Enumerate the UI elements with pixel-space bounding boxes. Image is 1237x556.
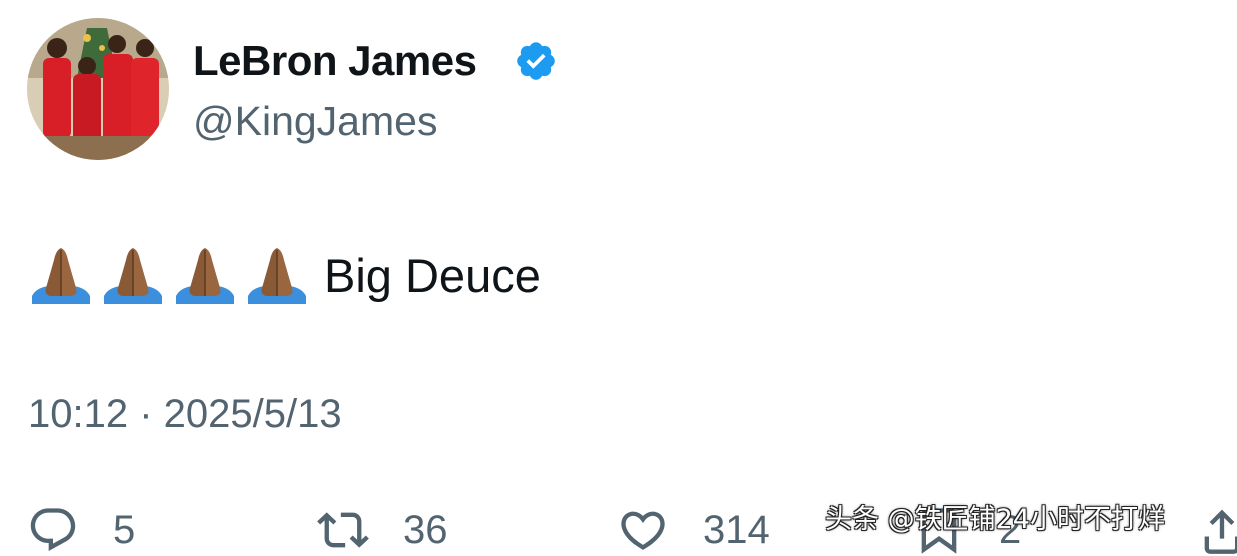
folded-hands-icon [32, 248, 90, 304]
share-icon[interactable] [1200, 504, 1237, 556]
reply-button[interactable]: 5 [27, 504, 135, 556]
like-button[interactable]: 314 [617, 504, 770, 556]
user-handle[interactable]: @KingJames [193, 96, 437, 146]
retweet-count: 36 [403, 508, 448, 552]
display-name[interactable]: LeBron James [193, 36, 477, 86]
tweet-timestamp[interactable]: 10:12 · 2025/5/13 [28, 389, 342, 439]
verified-badge-icon [517, 42, 555, 80]
avatar[interactable] [27, 18, 169, 160]
retweet-button[interactable]: 36 [317, 504, 448, 556]
reply-count: 5 [113, 508, 136, 552]
heart-icon [621, 511, 665, 550]
avatar-photo [27, 18, 169, 160]
tweet-body: Big Deuce [28, 244, 541, 308]
tweet-text: Big Deuce [324, 249, 541, 302]
folded-hands-icon [248, 248, 306, 304]
watermark-text: 头条 @铁匠铺24小时不打烊 [825, 504, 1165, 535]
like-count: 314 [703, 508, 770, 552]
folded-hands-icon [104, 248, 162, 304]
retweet-icon [317, 512, 369, 548]
folded-hands-icon [176, 248, 234, 304]
reply-icon [30, 508, 76, 552]
